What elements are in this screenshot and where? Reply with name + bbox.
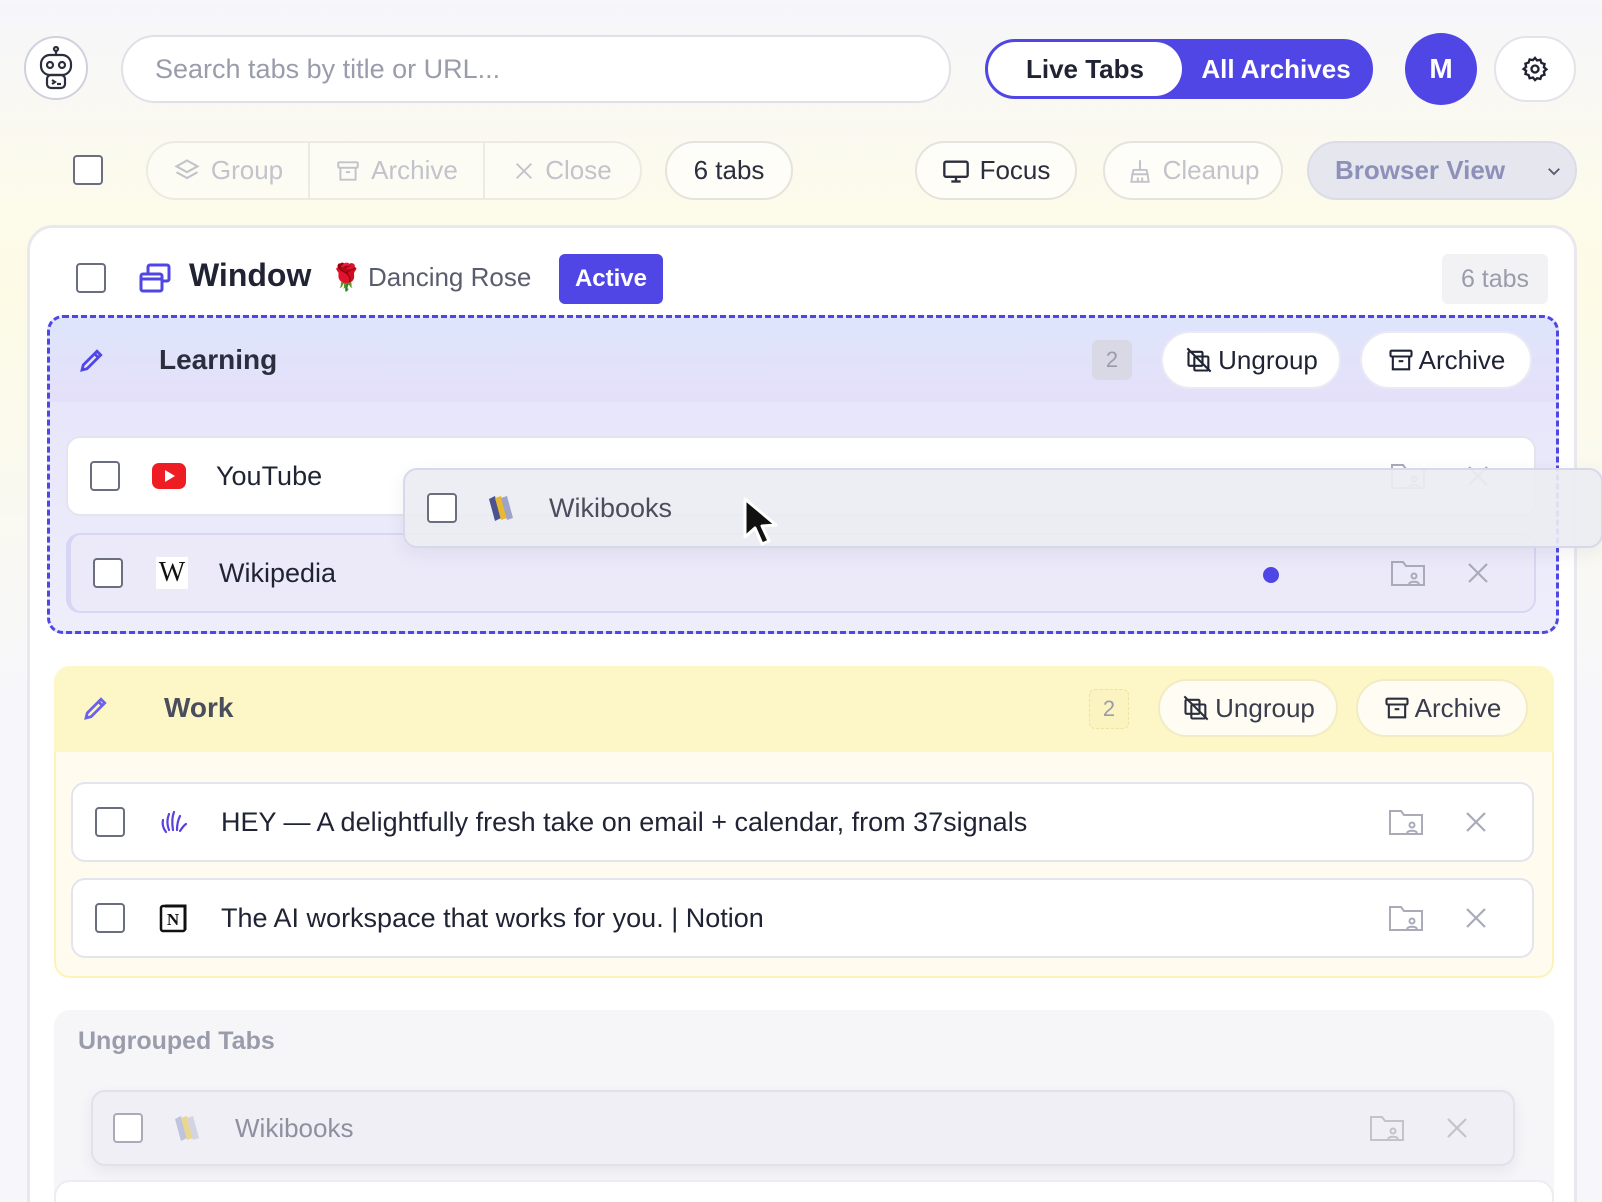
focus-label: Focus bbox=[979, 155, 1051, 185]
move-to-folder-icon[interactable] bbox=[1388, 807, 1424, 837]
tab-checkbox[interactable] bbox=[95, 807, 125, 837]
ungrouped-title: Ungrouped Tabs bbox=[78, 1027, 275, 1055]
window-tab-count: 6 tabs bbox=[1442, 254, 1548, 304]
search-placeholder: Search tabs by title or URL... bbox=[155, 53, 501, 84]
tab-actions bbox=[1388, 880, 1532, 956]
notion-icon: N bbox=[157, 901, 191, 935]
move-to-folder-icon[interactable] bbox=[1390, 558, 1426, 588]
archive-icon bbox=[337, 160, 359, 181]
close-tab-icon[interactable] bbox=[1466, 561, 1490, 585]
group-title[interactable]: Learning bbox=[159, 344, 277, 376]
tab-row[interactable]: N The AI workspace that works for you. |… bbox=[71, 878, 1534, 958]
archive-group-button[interactable]: Archive bbox=[1356, 679, 1528, 737]
cleanup-label: Cleanup bbox=[1162, 155, 1260, 185]
tab-checkbox[interactable] bbox=[90, 461, 120, 491]
archive-icon bbox=[1385, 697, 1409, 719]
archive-label: Archive bbox=[1418, 344, 1506, 375]
tab-checkbox[interactable] bbox=[93, 558, 123, 588]
tab-title: Wikibooks bbox=[235, 1112, 354, 1143]
move-to-folder-icon[interactable] bbox=[1369, 1113, 1405, 1143]
active-badge: Active bbox=[559, 254, 663, 304]
window-title: Window bbox=[189, 257, 312, 293]
tab-actions bbox=[1369, 1092, 1513, 1164]
ungroup-button[interactable]: Ungroup bbox=[1161, 331, 1341, 389]
archive-label: Archive bbox=[371, 155, 458, 185]
avatar[interactable]: M bbox=[1405, 33, 1477, 105]
hey-icon bbox=[157, 805, 191, 839]
tab-checkbox[interactable] bbox=[427, 493, 457, 523]
tab-row[interactable]: HEY — A delightfully fresh take on email… bbox=[71, 782, 1534, 862]
cursor-arrow-icon bbox=[743, 497, 778, 546]
tab-title: YouTube bbox=[216, 460, 323, 491]
rose-icon: 🌹 bbox=[330, 262, 363, 292]
window-name: Dancing Rose bbox=[368, 262, 532, 292]
archive-label: Archive bbox=[1414, 692, 1502, 723]
tab-actions bbox=[1388, 784, 1532, 860]
tab-checkbox[interactable] bbox=[113, 1113, 143, 1143]
select-all-checkbox[interactable] bbox=[73, 155, 103, 185]
group-label: Group bbox=[210, 155, 284, 185]
wikibooks-icon bbox=[485, 491, 519, 525]
tab-title: Wikipedia bbox=[219, 557, 337, 588]
tab-title: The AI workspace that works for you. | N… bbox=[221, 902, 764, 933]
focus-button[interactable]: Focus bbox=[915, 141, 1077, 200]
dragging-tab[interactable]: Wikibooks bbox=[403, 468, 1602, 548]
ungroup-label: Ungroup bbox=[1215, 692, 1315, 723]
tab-count-label: 6 tabs bbox=[693, 155, 765, 185]
gear-icon bbox=[1521, 56, 1549, 82]
wikibooks-icon bbox=[171, 1111, 205, 1145]
close-label: Close bbox=[545, 155, 612, 185]
view-select[interactable]: Browser View bbox=[1307, 141, 1577, 200]
window-icon bbox=[139, 263, 171, 293]
view-toggle[interactable]: Live Tabs All Archives bbox=[985, 39, 1373, 99]
close-tab-icon[interactable] bbox=[1464, 810, 1488, 834]
pencil-icon[interactable] bbox=[81, 693, 111, 723]
archive-icon bbox=[1389, 349, 1413, 371]
cleanup-button[interactable]: Cleanup bbox=[1103, 141, 1283, 200]
group-title[interactable]: Work bbox=[164, 692, 234, 724]
wikipedia-icon: W bbox=[155, 556, 189, 590]
app-logo[interactable] bbox=[24, 36, 88, 100]
close-tab-icon[interactable] bbox=[1464, 906, 1488, 930]
ungroup-icon bbox=[1183, 695, 1209, 721]
tab-title: HEY — A delightfully fresh take on email… bbox=[221, 806, 1028, 837]
group-tab-count: 2 bbox=[1089, 689, 1129, 729]
archive-group-button[interactable]: Archive bbox=[1360, 331, 1532, 389]
tab-checkbox[interactable] bbox=[95, 903, 125, 933]
svg-text:N: N bbox=[167, 910, 180, 929]
view-select-value: Browser View bbox=[1335, 155, 1506, 185]
chevron-down-icon bbox=[1548, 167, 1560, 175]
monitor-icon bbox=[942, 160, 969, 183]
live-tabs-toggle[interactable]: Live Tabs bbox=[988, 42, 1182, 96]
ungroup-icon bbox=[1186, 347, 1212, 373]
tab-row[interactable]: Wikibooks bbox=[91, 1090, 1515, 1166]
tab-title: Wikibooks bbox=[549, 492, 673, 523]
pencil-icon[interactable] bbox=[77, 345, 107, 375]
broom-icon bbox=[1129, 159, 1150, 183]
archive-button[interactable]: Archive bbox=[308, 143, 483, 198]
settings-button[interactable] bbox=[1494, 36, 1576, 102]
search-input[interactable]: Search tabs by title or URL... bbox=[121, 35, 951, 103]
layers-icon bbox=[174, 158, 200, 179]
ungroup-button[interactable]: Ungroup bbox=[1158, 679, 1338, 737]
window-checkbox[interactable] bbox=[76, 263, 106, 293]
ungroup-label: Ungroup bbox=[1218, 344, 1318, 375]
active-tab-dot bbox=[1263, 567, 1279, 583]
youtube-icon bbox=[152, 459, 186, 493]
bulk-actions: Group Archive Close bbox=[146, 141, 642, 200]
tab-count-badge: 6 tabs bbox=[665, 141, 793, 200]
move-to-folder-icon[interactable] bbox=[1388, 903, 1424, 933]
next-window-edge bbox=[54, 1180, 1554, 1202]
close-tab-icon[interactable] bbox=[1445, 1116, 1469, 1140]
close-button[interactable]: Close bbox=[483, 143, 640, 198]
group-tab-count: 2 bbox=[1092, 340, 1132, 380]
robot-icon bbox=[39, 45, 73, 90]
close-icon bbox=[516, 162, 533, 179]
group-button[interactable]: Group bbox=[148, 143, 308, 198]
all-archives-toggle[interactable]: All Archives bbox=[1182, 42, 1370, 96]
